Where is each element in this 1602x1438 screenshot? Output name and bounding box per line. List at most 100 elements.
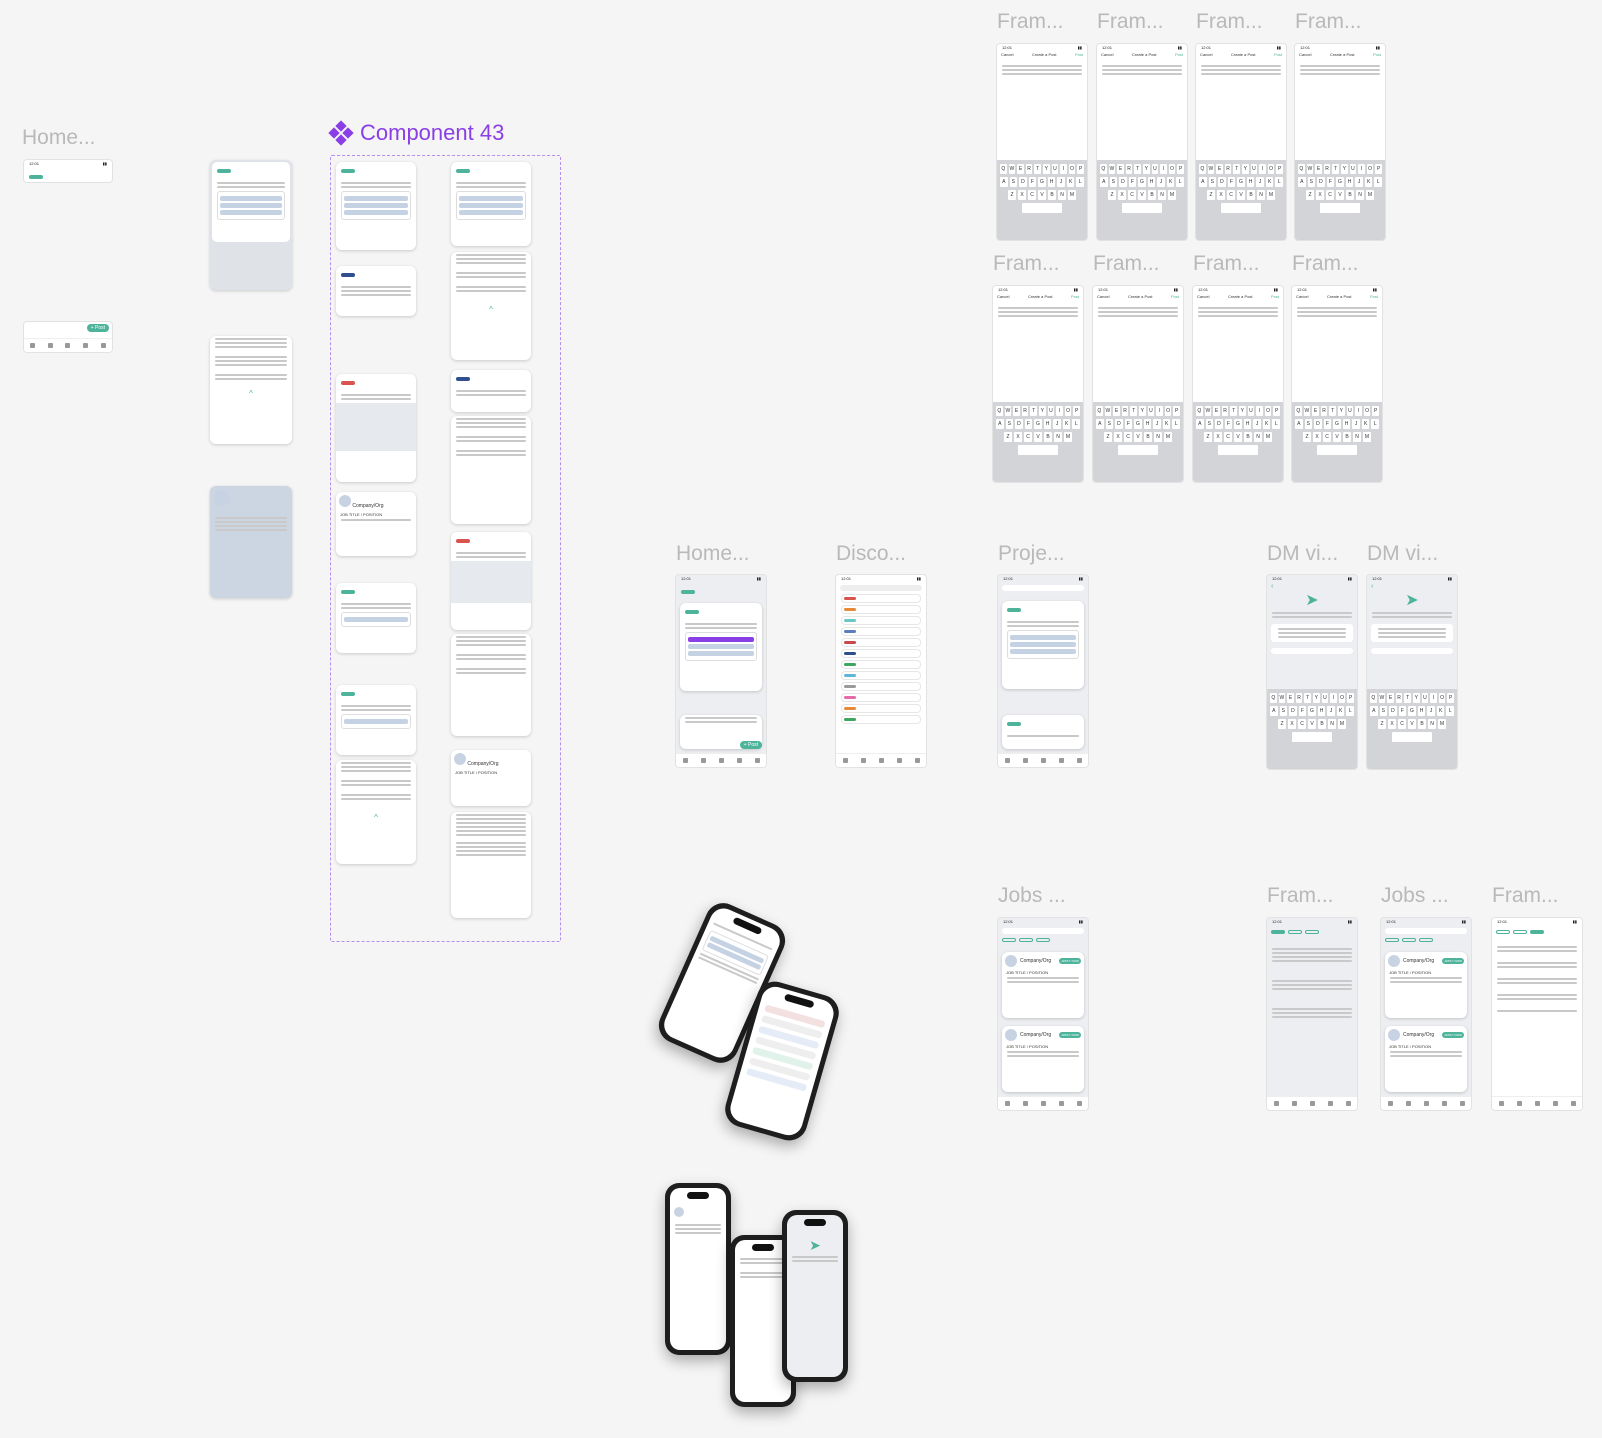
discover-row[interactable] [842, 628, 920, 635]
key[interactable]: A [999, 177, 1008, 187]
keyboard[interactable]: QWERTYUIOP ASDFGHJKL ZXCVBNM [1367, 689, 1457, 769]
cancel-button[interactable]: Cancel [1200, 52, 1212, 57]
key[interactable]: M [1068, 190, 1076, 200]
key[interactable]: S [1009, 177, 1018, 187]
key[interactable]: X [1114, 432, 1122, 442]
key[interactable]: S [1208, 177, 1217, 187]
component-job-description[interactable] [451, 812, 531, 918]
send-icon[interactable] [1327, 1101, 1333, 1106]
key[interactable]: J [1153, 419, 1161, 429]
key[interactable]: C [1124, 432, 1132, 442]
keyboard[interactable]: QWERTYUIOP ASDFGHJKL ZXCVBNM [1295, 160, 1385, 240]
key[interactable]: P [1347, 693, 1354, 703]
home-icon[interactable] [842, 758, 848, 763]
key[interactable]: U [1346, 406, 1354, 416]
home-icon[interactable] [1004, 758, 1010, 763]
key[interactable]: H [1043, 419, 1052, 429]
cart-icon[interactable] [718, 758, 724, 763]
phone-mockup-dm[interactable]: ➤ [782, 1210, 848, 1382]
key[interactable]: K [1166, 177, 1175, 187]
compose-screen-2[interactable]: 12:01 ▮▮ Cancel Create a Post Post Q W E R T Y U I O P… [1097, 44, 1187, 240]
profile-icon[interactable] [1459, 1101, 1465, 1106]
key[interactable]: B [1148, 190, 1156, 200]
key[interactable]: Q [1298, 164, 1305, 174]
key[interactable]: Y [1039, 406, 1046, 416]
key[interactable]: C [1398, 719, 1406, 729]
post-button[interactable]: + Post [739, 741, 762, 749]
projects-screen[interactable]: 12:01 ▮▮ [998, 575, 1088, 767]
key[interactable]: O [1264, 406, 1272, 416]
keyboard[interactable]: QWERTYUIOP ASDFGHJKL ZXCVBNM [997, 160, 1087, 240]
key[interactable]: D [1218, 177, 1226, 187]
key[interactable]: P [1073, 406, 1080, 416]
dm-screen-1[interactable]: 12:01 ▮▮ ‹ ➤ Q W E R T Y U I O P A S D F G H J K L Z X C V B N M [1267, 575, 1357, 769]
key[interactable]: U [1147, 406, 1155, 416]
cancel-button[interactable]: Cancel [1101, 52, 1113, 57]
frame-label-projects[interactable]: Proje... [998, 542, 1065, 566]
component-comments-4[interactable] [451, 634, 531, 736]
frame-label-1[interactable]: Fram... [997, 10, 1064, 34]
message-input[interactable] [1271, 648, 1353, 654]
spacebar[interactable] [1118, 445, 1158, 455]
dm-screen-2[interactable]: 12:01 ▮▮ ‹ ➤ Q W E R T Y U I O P A S D F G H J K L Z X C V B N M [1367, 575, 1457, 769]
search-icon[interactable] [700, 758, 706, 763]
frame-label-dm-1[interactable]: DM vi... [1267, 542, 1338, 566]
compose-screen-4[interactable]: 12:01 ▮▮ Cancel Create a Post Post Q W E R T Y U I O P… [1295, 44, 1385, 240]
key[interactable]: B [1247, 190, 1255, 200]
key[interactable]: G [1138, 177, 1146, 187]
key[interactable]: Z [1278, 719, 1286, 729]
key[interactable]: R [1021, 406, 1029, 416]
key[interactable]: U [1047, 406, 1055, 416]
keyboard[interactable]: QWERTYUIOP ASDFGHJKL ZXCVBNM [1097, 160, 1187, 240]
key[interactable]: D [1314, 419, 1322, 429]
key[interactable]: Y [1341, 164, 1348, 174]
key[interactable]: E [1113, 406, 1120, 416]
key[interactable]: D [1119, 177, 1127, 187]
search-input[interactable] [1002, 928, 1084, 934]
spacebar[interactable] [1122, 203, 1162, 213]
key[interactable]: J [1053, 419, 1061, 429]
key[interactable]: Y [1338, 406, 1345, 416]
key[interactable]: G [1237, 177, 1245, 187]
key[interactable]: K [1265, 177, 1274, 187]
keyboard[interactable]: QWERTYUIOP ASDFGHJKL ZXCVBNM [993, 402, 1083, 482]
component-card-text-2[interactable] [451, 370, 531, 412]
key[interactable]: P [1173, 406, 1180, 416]
key[interactable]: M [1338, 719, 1346, 729]
key[interactable]: S [1279, 706, 1288, 716]
key[interactable]: Z [1004, 432, 1012, 442]
key[interactable]: B [1318, 719, 1326, 729]
key[interactable]: S [1005, 419, 1014, 429]
key[interactable]: I [1060, 164, 1067, 174]
key[interactable]: Q [1370, 693, 1377, 703]
key[interactable]: S [1109, 177, 1118, 187]
key[interactable]: Z [1306, 190, 1314, 200]
key[interactable]: O [1338, 693, 1346, 703]
component-card-image-2[interactable] [451, 532, 531, 630]
key[interactable]: R [1025, 164, 1033, 174]
key[interactable]: Z [1204, 432, 1212, 442]
key[interactable]: G [1134, 419, 1142, 429]
cart-icon[interactable] [1040, 1101, 1046, 1106]
key[interactable]: A [1099, 177, 1108, 187]
key[interactable]: K [1066, 177, 1075, 187]
key[interactable]: Z [1207, 190, 1215, 200]
key[interactable]: Y [1239, 406, 1246, 416]
key[interactable]: T [1130, 406, 1137, 416]
post-button[interactable]: Post [1075, 52, 1083, 57]
cart-icon[interactable] [1423, 1101, 1429, 1106]
key[interactable]: W [1104, 406, 1112, 416]
key[interactable]: W [1378, 693, 1386, 703]
key[interactable]: O [1168, 164, 1176, 174]
component-title[interactable]: Component 43 [328, 120, 504, 146]
key[interactable]: V [1336, 190, 1344, 200]
send-icon[interactable] [896, 758, 902, 763]
key[interactable]: M [1264, 432, 1272, 442]
key[interactable]: V [1034, 432, 1042, 442]
discover-row[interactable] [842, 661, 920, 668]
key[interactable]: G [1336, 177, 1344, 187]
key[interactable]: N [1058, 190, 1066, 200]
component-card-job[interactable]: Company/Org JOB TITLE / POSITION [336, 492, 416, 556]
key[interactable]: C [1024, 432, 1032, 442]
key[interactable]: Z [1104, 432, 1112, 442]
